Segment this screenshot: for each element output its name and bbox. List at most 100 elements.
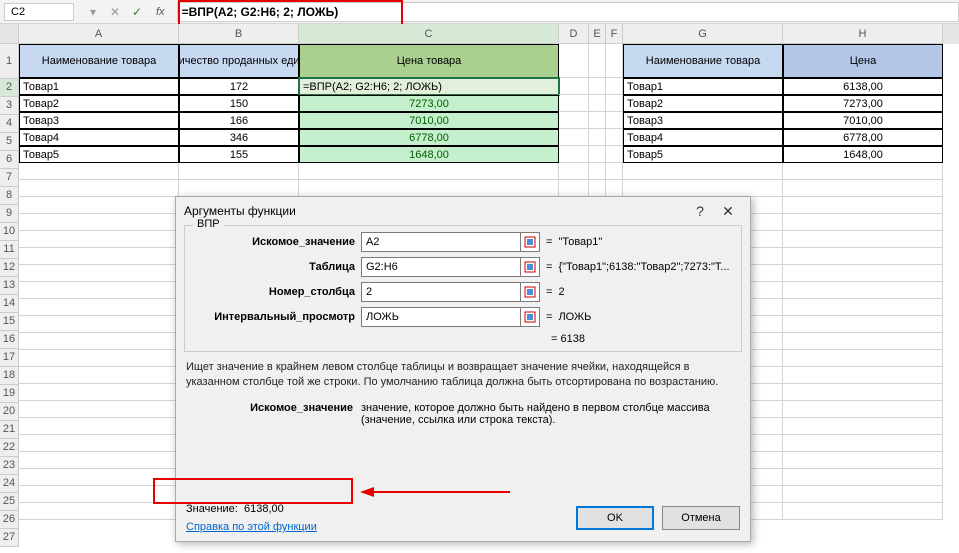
header-cell[interactable]: Наименование товара <box>623 44 783 78</box>
lookup-value-input[interactable]: A2 <box>361 232 521 252</box>
row-header[interactable]: 11 <box>0 241 19 259</box>
row-header[interactable]: 9 <box>0 205 19 223</box>
cell[interactable] <box>783 486 943 503</box>
col-header-H[interactable]: H <box>783 24 943 44</box>
col-header-A[interactable]: A <box>19 24 179 44</box>
cell[interactable] <box>19 469 179 486</box>
col-header-E[interactable]: E <box>589 24 606 44</box>
range-selector-icon[interactable] <box>520 257 540 277</box>
row-header[interactable]: 10 <box>0 223 19 241</box>
cell[interactable] <box>19 486 179 503</box>
cell[interactable]: 6778,00 <box>783 129 943 146</box>
range-selector-icon[interactable] <box>520 232 540 252</box>
cell[interactable] <box>19 197 179 214</box>
cell[interactable] <box>606 180 623 197</box>
cell[interactable] <box>783 452 943 469</box>
cell[interactable]: 166 <box>179 112 299 129</box>
select-all-corner[interactable] <box>0 24 19 44</box>
cell[interactable] <box>783 180 943 197</box>
cell[interactable] <box>589 180 606 197</box>
cell[interactable] <box>783 367 943 384</box>
cell[interactable] <box>19 299 179 316</box>
cell[interactable] <box>783 503 943 520</box>
row-header[interactable]: 16 <box>0 331 19 349</box>
dialog-titlebar[interactable]: Аргументы функции ? ✕ <box>176 197 750 225</box>
cell[interactable]: 7273,00 <box>783 95 943 112</box>
cell[interactable]: 7010,00 <box>783 112 943 129</box>
row-header[interactable]: 7 <box>0 169 19 187</box>
cell[interactable] <box>783 248 943 265</box>
cell[interactable] <box>589 95 606 112</box>
cell[interactable] <box>19 214 179 231</box>
cell[interactable] <box>19 282 179 299</box>
cell[interactable] <box>559 95 589 112</box>
cell[interactable] <box>19 384 179 401</box>
cell[interactable] <box>606 78 623 95</box>
cell[interactable] <box>783 401 943 418</box>
cell[interactable] <box>19 248 179 265</box>
row-header[interactable]: 21 <box>0 421 19 439</box>
cell[interactable] <box>19 435 179 452</box>
cell[interactable] <box>19 452 179 469</box>
cell[interactable] <box>783 435 943 452</box>
row-header[interactable]: 17 <box>0 349 19 367</box>
cell[interactable]: 6138,00 <box>783 78 943 95</box>
active-cell[interactable]: =ВПР(A2; G2:H6; 2; ЛОЖЬ) <box>299 78 559 95</box>
row-header[interactable]: 22 <box>0 439 19 457</box>
row-header[interactable]: 1 <box>0 44 19 79</box>
cell[interactable]: 150 <box>179 95 299 112</box>
cell[interactable] <box>606 163 623 180</box>
row-header[interactable]: 25 <box>0 493 19 511</box>
cell[interactable] <box>783 197 943 214</box>
cell[interactable] <box>559 44 589 78</box>
row-header[interactable]: 27 <box>0 529 19 547</box>
cell[interactable] <box>783 384 943 401</box>
cell[interactable] <box>19 265 179 282</box>
name-box[interactable]: C2 <box>4 3 74 21</box>
cell[interactable] <box>19 163 179 180</box>
cell[interactable]: 172 <box>179 78 299 95</box>
cell[interactable] <box>559 146 589 163</box>
cell[interactable] <box>606 146 623 163</box>
col-header-C[interactable]: C <box>299 24 559 44</box>
help-icon[interactable]: ? <box>686 203 714 219</box>
cell[interactable] <box>783 469 943 486</box>
cell[interactable] <box>19 503 179 520</box>
cell[interactable] <box>299 163 559 180</box>
row-header[interactable]: 8 <box>0 187 19 205</box>
cell[interactable] <box>589 129 606 146</box>
cell[interactable]: 1648,00 <box>783 146 943 163</box>
cell[interactable] <box>19 401 179 418</box>
cell[interactable] <box>559 180 589 197</box>
row-header[interactable]: 20 <box>0 403 19 421</box>
help-link[interactable]: Справка по этой функции <box>186 521 317 533</box>
header-cell[interactable]: Наименование товара <box>19 44 179 78</box>
cell[interactable] <box>783 316 943 333</box>
cell[interactable] <box>19 418 179 435</box>
cell[interactable] <box>623 163 783 180</box>
cell[interactable]: Товар3 <box>19 112 179 129</box>
cell[interactable] <box>783 231 943 248</box>
cell[interactable] <box>559 112 589 129</box>
cell[interactable]: Товар4 <box>623 129 783 146</box>
table-array-input[interactable]: G2:H6 <box>361 257 521 277</box>
cell[interactable] <box>589 163 606 180</box>
col-header-G[interactable]: G <box>623 24 783 44</box>
cell[interactable] <box>606 129 623 146</box>
cell[interactable] <box>19 333 179 350</box>
cell[interactable] <box>589 146 606 163</box>
cell[interactable] <box>606 44 623 78</box>
cell[interactable]: Товар1 <box>19 78 179 95</box>
cell[interactable] <box>19 180 179 197</box>
row-header[interactable]: 24 <box>0 475 19 493</box>
cell[interactable] <box>623 180 783 197</box>
row-header[interactable]: 13 <box>0 277 19 295</box>
cell[interactable]: Товар5 <box>623 146 783 163</box>
accept-icon[interactable]: ✓ <box>130 5 144 19</box>
row-header[interactable]: 26 <box>0 511 19 529</box>
cell[interactable] <box>559 129 589 146</box>
col-header-D[interactable]: D <box>559 24 589 44</box>
formula-input[interactable]: =ВПР(A2; G2:H6; 2; ЛОЖЬ) <box>177 2 959 22</box>
cell[interactable]: Товар3 <box>623 112 783 129</box>
cancel-icon[interactable]: ✕ <box>108 5 122 19</box>
